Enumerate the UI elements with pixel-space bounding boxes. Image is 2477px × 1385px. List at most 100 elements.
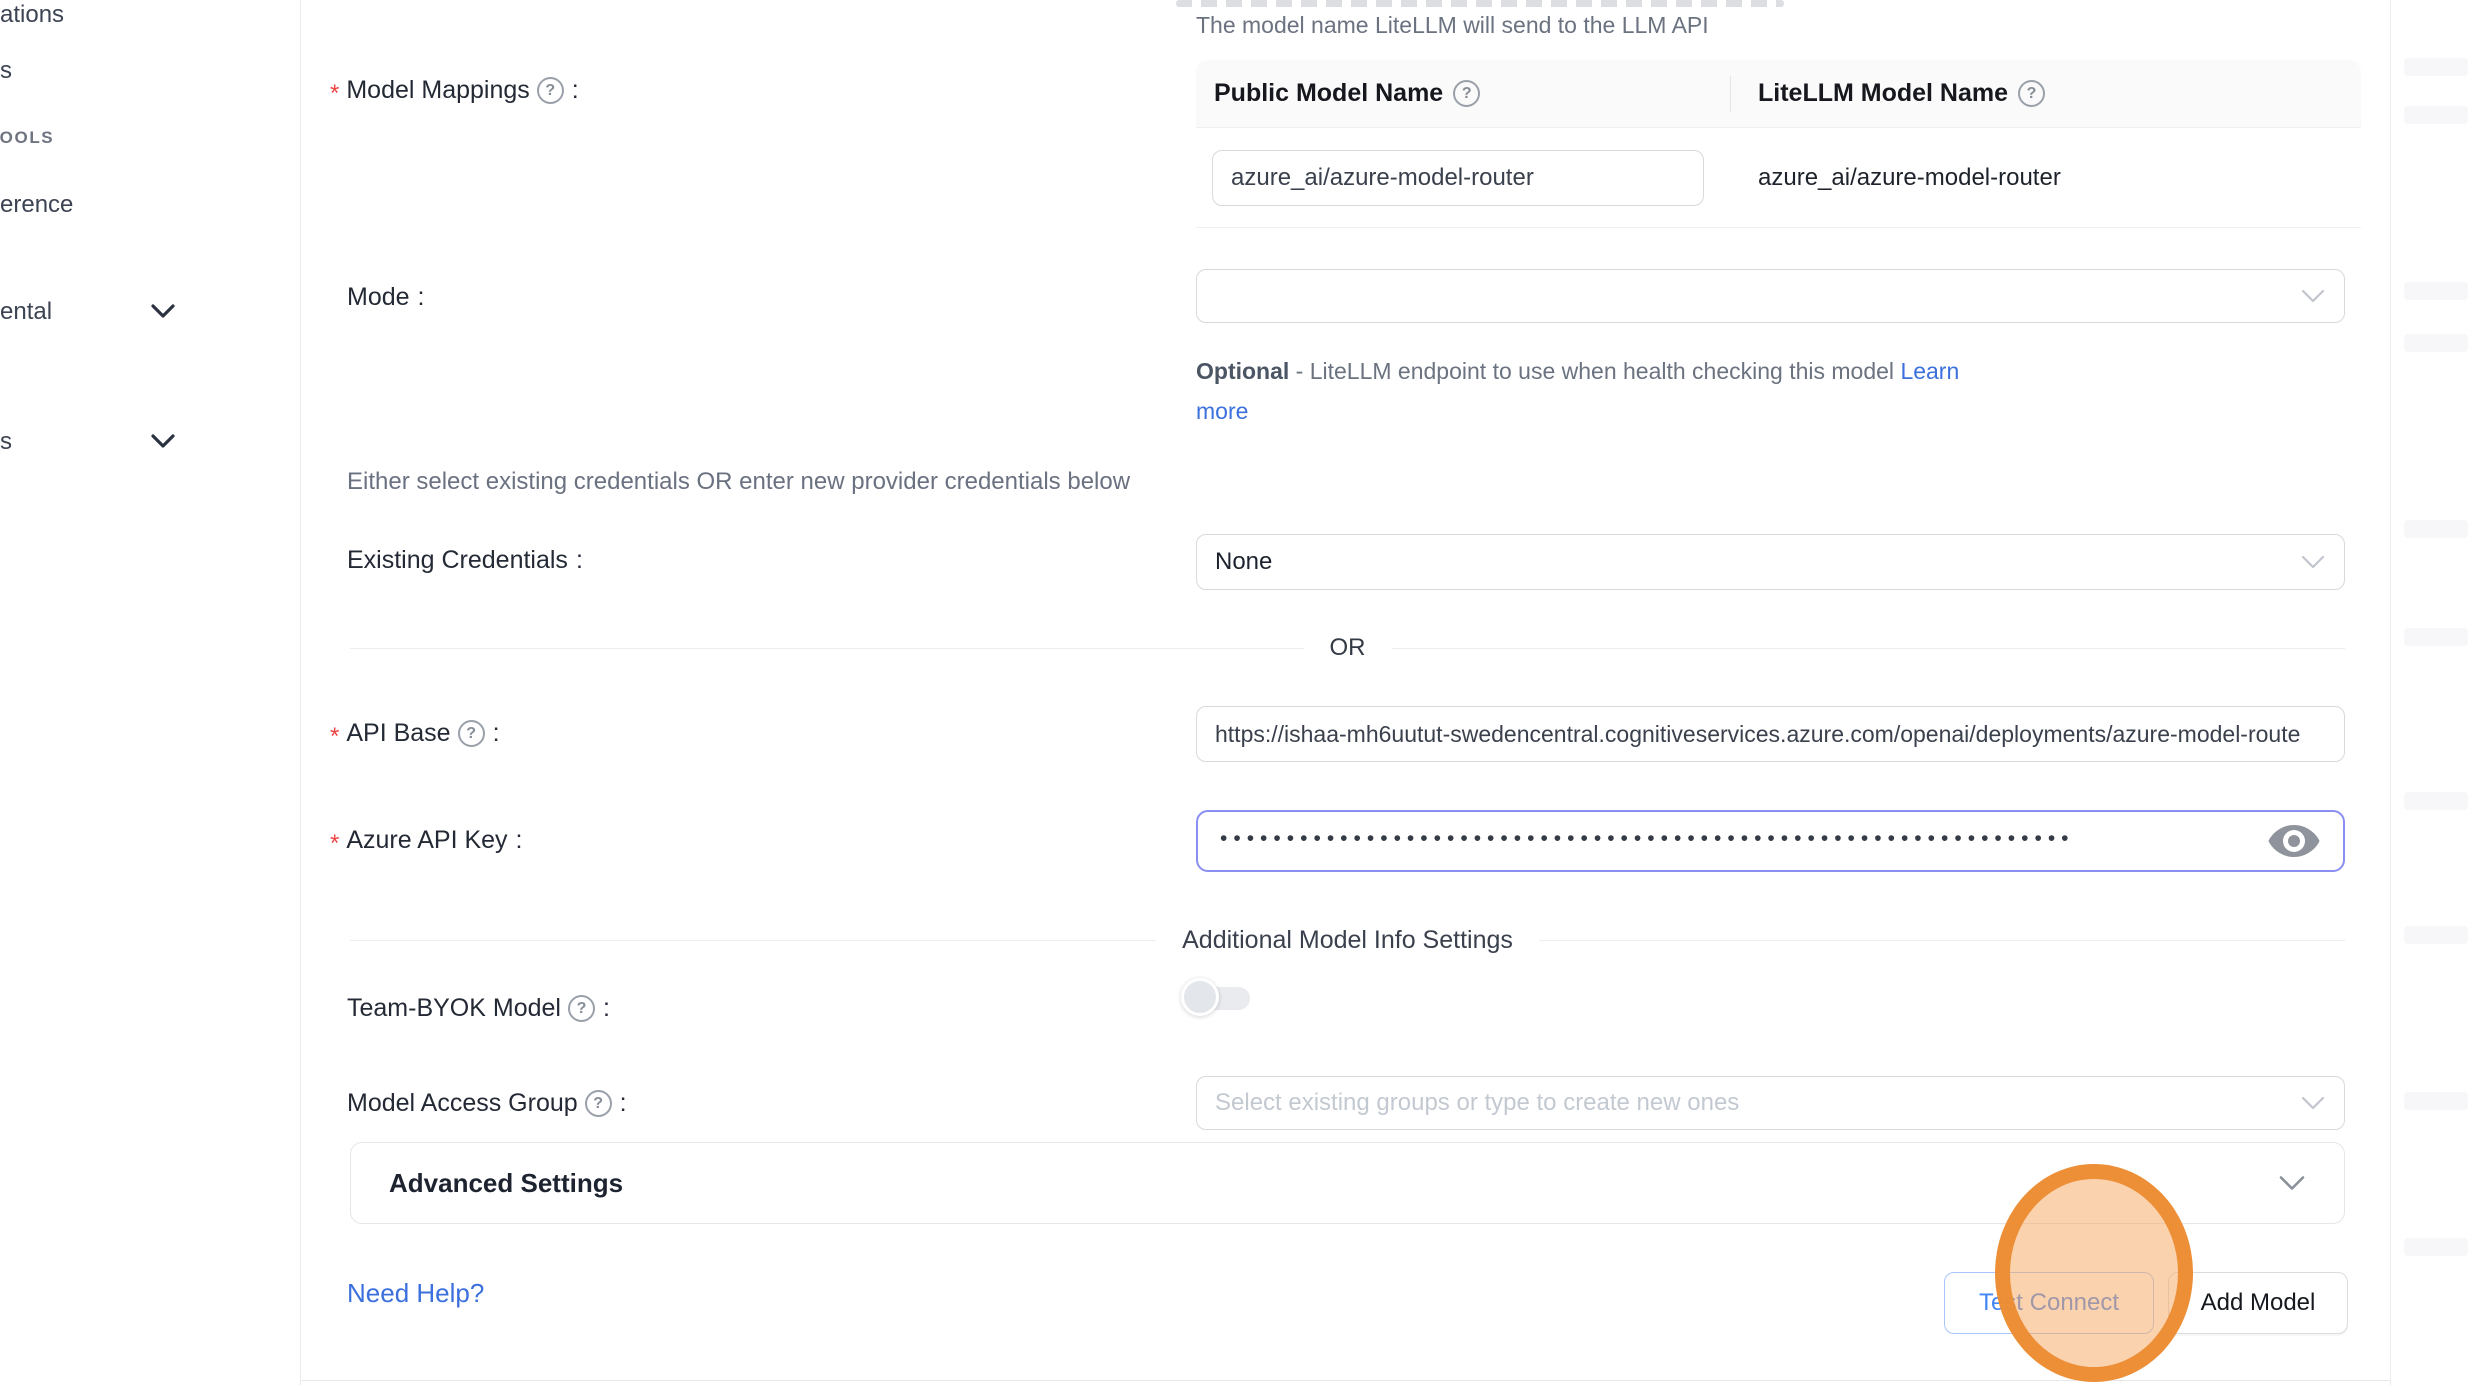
mode-label: Mode : <box>330 283 425 312</box>
label-colon: : <box>418 283 425 312</box>
clipped-text-fragment <box>1176 0 1784 7</box>
background-skeleton-line <box>2404 334 2468 352</box>
background-skeleton-line <box>2404 792 2468 810</box>
public-model-name-input[interactable] <box>1212 150 1704 206</box>
sidebar-item-label: ations <box>0 1 64 28</box>
advanced-settings-label: Advanced Settings <box>389 1168 623 1199</box>
background-skeleton-line <box>2404 520 2468 538</box>
background-skeleton-line <box>2404 1238 2468 1256</box>
model-mappings-table: Public Model Name ? LiteLLM Model Name ?… <box>1196 60 2361 228</box>
model-mappings-table-header: Public Model Name ? LiteLLM Model Name ? <box>1196 60 2361 128</box>
required-mark: * <box>330 723 339 751</box>
chevron-down-icon <box>150 303 176 325</box>
label-colon: : <box>603 994 610 1023</box>
azure-api-key-input[interactable]: ••••••••••••••••••••••••••••••••••••••••… <box>1196 810 2345 872</box>
model-mappings-label-text: Model Mappings <box>346 76 529 105</box>
litellm-model-name-help-text: The model name LiteLLM will send to the … <box>1196 12 1709 39</box>
model-access-group-label: Model Access Group ? : <box>330 1089 627 1118</box>
existing-credentials-select[interactable]: None <box>1196 534 2345 590</box>
chevron-down-icon <box>2300 1095 2326 1111</box>
or-divider-label: OR <box>1330 634 1366 662</box>
mode-help-bold: Optional <box>1196 358 1289 384</box>
existing-credentials-label: Existing Credentials : <box>330 546 583 575</box>
background-skeleton-line <box>2404 628 2468 646</box>
mode-help-body: - LiteLLM endpoint to use when health ch… <box>1296 358 1894 384</box>
need-help-link[interactable]: Need Help? <box>347 1278 484 1309</box>
background-skeleton-line <box>2404 282 2468 300</box>
mode-label-text: Mode <box>347 283 410 312</box>
help-circle-icon[interactable]: ? <box>2018 80 2045 107</box>
label-colon: : <box>516 826 523 855</box>
help-circle-icon[interactable]: ? <box>585 1090 612 1117</box>
team-byok-label: Team-BYOK Model ? : <box>330 994 610 1023</box>
label-colon: : <box>572 76 579 105</box>
divider-line <box>1392 648 2346 649</box>
sidebar-item-label: s <box>0 57 12 84</box>
column-header-public-model-name: Public Model Name ? <box>1196 79 1730 108</box>
learn-more-link[interactable]: Learn <box>1900 358 1959 384</box>
model-mappings-label: * Model Mappings ? : <box>330 76 579 105</box>
column-header-label: LiteLLM Model Name <box>1758 79 2008 108</box>
sidebar-item-label: erence <box>0 191 73 218</box>
chevron-down-icon <box>2300 288 2326 304</box>
help-circle-icon[interactable]: ? <box>568 995 595 1022</box>
mode-help-line1: Optional - LiteLLM endpoint to use when … <box>1196 351 1959 391</box>
help-circle-icon[interactable]: ? <box>458 720 485 747</box>
api-base-input[interactable] <box>1196 706 2345 762</box>
sidebar-section-label: TOOLS <box>0 128 54 147</box>
learn-more-link[interactable]: more <box>1196 398 1248 424</box>
additional-info-divider: Additional Model Info Settings <box>350 926 2345 954</box>
add-model-button[interactable]: Add Model <box>2168 1272 2348 1334</box>
advanced-settings-toggle[interactable]: Advanced Settings <box>350 1142 2345 1224</box>
public-model-name-cell <box>1196 150 1730 206</box>
label-colon: : <box>493 719 500 748</box>
mode-help-text: Optional - LiteLLM endpoint to use when … <box>1196 351 1959 431</box>
column-header-litellm-model-name: LiteLLM Model Name ? <box>1730 79 2045 108</box>
label-colon: : <box>576 546 583 575</box>
table-row: azure_ai/azure-model-router <box>1196 128 2361 228</box>
api-base-label: * API Base ? : <box>330 719 500 748</box>
sidebar-item-s2[interactable]: s <box>0 428 12 456</box>
model-access-group-select[interactable]: Select existing groups or type to create… <box>1196 1076 2345 1130</box>
background-skeleton-line <box>2404 58 2468 76</box>
chevron-down-icon <box>2278 1174 2306 1192</box>
azure-api-key-label-text: Azure API Key <box>346 826 507 855</box>
background-skeleton-line <box>2404 106 2468 124</box>
test-connect-button[interactable]: Test Connect <box>1944 1272 2154 1334</box>
azure-api-key-label: * Azure API Key : <box>330 826 523 855</box>
column-header-label: Public Model Name <box>1214 79 1443 108</box>
additional-info-divider-label: Additional Model Info Settings <box>1182 926 1513 955</box>
team-byok-toggle[interactable] <box>1188 978 1262 1018</box>
card-bottom-border <box>302 1380 2390 1381</box>
required-mark: * <box>330 80 339 108</box>
sidebar-item-s1[interactable]: s <box>0 57 12 85</box>
sidebar-item-ental[interactable]: ental <box>0 298 52 326</box>
eye-icon[interactable] <box>2267 822 2321 860</box>
sidebar-item-erence[interactable]: erence <box>0 191 73 219</box>
sidebar: ations s TOOLS erence ental s <box>0 0 301 1385</box>
existing-credentials-label-text: Existing Credentials <box>347 546 568 575</box>
api-base-label-text: API Base <box>346 719 450 748</box>
credentials-note: Either select existing credentials OR en… <box>347 468 1130 496</box>
team-byok-label-text: Team-BYOK Model <box>347 994 561 1023</box>
column-separator <box>1730 76 1731 112</box>
sidebar-item-ations[interactable]: ations <box>0 1 64 29</box>
card-right-border <box>2390 0 2391 1385</box>
help-circle-icon[interactable]: ? <box>1453 80 1480 107</box>
model-access-group-placeholder: Select existing groups or type to create… <box>1215 1089 1739 1117</box>
help-circle-icon[interactable]: ? <box>537 77 564 104</box>
existing-credentials-value: None <box>1215 548 1272 576</box>
background-skeleton-line <box>2404 926 2468 944</box>
or-divider: OR <box>350 634 2345 662</box>
sidebar-item-label: ental <box>0 298 52 325</box>
masked-api-key-value: ••••••••••••••••••••••••••••••••••••••••… <box>1220 827 2253 851</box>
sidebar-item-label: s <box>0 428 12 455</box>
add-model-form-screen: ations s TOOLS erence ental s <box>0 0 2477 1385</box>
mode-select[interactable] <box>1196 269 2345 323</box>
label-colon: : <box>620 1089 627 1118</box>
toggle-knob <box>1181 978 1219 1016</box>
sidebar-section-tools: TOOLS <box>0 128 54 148</box>
divider-line <box>350 648 1304 649</box>
litellm-model-name-cell: azure_ai/azure-model-router <box>1730 164 2061 192</box>
chevron-down-icon <box>2300 554 2326 570</box>
